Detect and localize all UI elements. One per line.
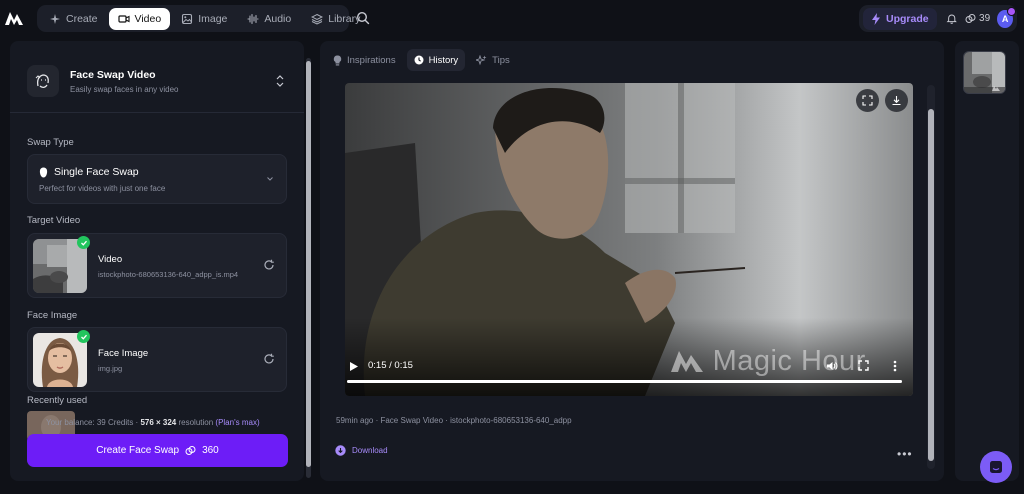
tool-header[interactable]: Face Swap Video Easily swap faces in any… — [10, 41, 304, 113]
video-controls: 0:15 / 0:15 — [345, 353, 913, 396]
refresh-icon[interactable] — [263, 353, 275, 365]
stack-icon — [311, 13, 324, 25]
refresh-icon[interactable] — [263, 259, 275, 271]
expand-icon — [862, 95, 873, 106]
account-cluster: Upgrade 39 A — [859, 5, 1017, 32]
upgrade-label: Upgrade — [886, 12, 929, 25]
tab-inspirations[interactable]: Inspirations — [326, 49, 403, 71]
target-video-card[interactable]: Video istockphoto-680653136-640_adpp_is.… — [27, 233, 287, 298]
balance-info: Your balance: 39 Credits · 576 × 324 res… — [46, 418, 260, 427]
scrollbar-thumb[interactable] — [306, 61, 311, 467]
results-panel: Inspirations History Tips Magic Hour 0:1… — [320, 41, 944, 481]
coins-icon — [965, 14, 976, 23]
tool-title: Face Swap Video — [70, 69, 156, 81]
upgrade-button[interactable]: Upgrade — [863, 7, 937, 30]
create-face-swap-button[interactable]: Create Face Swap 360 — [27, 434, 288, 467]
download-circle-icon — [335, 445, 346, 456]
nav-item-create[interactable]: Create — [40, 8, 107, 30]
results-tabs: Inspirations History Tips — [326, 49, 517, 71]
nav-item-label: Image — [198, 12, 228, 25]
nav-item-video[interactable]: Video — [108, 7, 171, 30]
fullscreen-expand-button[interactable] — [856, 89, 879, 112]
results-scrollbar[interactable] — [927, 85, 935, 469]
credits-count: 39 — [979, 13, 991, 24]
more-options-button[interactable]: ••• — [897, 447, 913, 461]
video-download-button[interactable] — [885, 89, 908, 112]
video-icon — [117, 14, 130, 23]
chevron-updown-icon[interactable] — [275, 74, 285, 88]
scrollbar-thumb[interactable] — [928, 109, 934, 461]
progress-fill — [347, 380, 902, 383]
target-video-label: Target Video — [27, 215, 81, 226]
audio-wave-icon — [247, 13, 259, 24]
recently-used-label: Recently used — [27, 395, 88, 406]
plan-max-link[interactable]: (Plan's max) — [215, 418, 259, 427]
nav-item-label: Audio — [264, 12, 292, 25]
avatar[interactable]: A — [997, 6, 1016, 28]
coins-icon — [185, 446, 196, 455]
play-icon[interactable] — [350, 362, 358, 371]
create-button-label: Create Face Swap — [96, 445, 180, 456]
volume-icon[interactable] — [826, 360, 838, 372]
face-swap-icon — [27, 65, 59, 97]
logo-icon[interactable] — [4, 8, 24, 28]
nav-item-label: Video — [134, 12, 162, 25]
chat-icon — [990, 461, 1002, 473]
top-bar: Create Video Image Audio Library Upgrade — [0, 0, 1024, 38]
swap-type-selected: Single Face Swap — [39, 166, 139, 178]
more-vertical-icon[interactable] — [893, 360, 897, 372]
video-time: 0:15 / 0:15 — [368, 360, 413, 371]
swap-type-select[interactable]: Single Face Swap Perfect for videos with… — [27, 154, 287, 204]
sparkle-icon — [50, 13, 60, 24]
check-icon — [77, 330, 90, 343]
settings-panel: Face Swap Video Easily swap faces in any… — [10, 41, 304, 481]
download-link[interactable]: Download — [335, 445, 388, 456]
history-thumbnail[interactable] — [963, 51, 1006, 94]
tab-history[interactable]: History — [406, 49, 466, 71]
chat-support-button[interactable] — [980, 451, 1012, 483]
face-icon — [39, 167, 48, 177]
nav-item-image[interactable]: Image — [172, 8, 236, 30]
nav-item-audio[interactable]: Audio — [238, 8, 300, 30]
tab-tips[interactable]: Tips — [469, 49, 517, 71]
image-icon — [182, 13, 193, 24]
video-progress-bar[interactable] — [347, 380, 902, 383]
swap-type-description: Perfect for videos with just one face — [39, 184, 166, 193]
credits-indicator[interactable]: 39 — [965, 13, 990, 24]
settings-scrollbar[interactable] — [306, 58, 311, 478]
fullscreen-icon[interactable] — [858, 360, 869, 371]
notification-badge — [1007, 6, 1016, 16]
nav-item-label: Create — [66, 12, 98, 25]
history-thumbnails-panel — [955, 41, 1019, 481]
lightbulb-icon — [333, 54, 342, 65]
face-image-filename: img.jpg — [98, 364, 123, 373]
video-player[interactable]: Magic Hour 0:15 / 0:15 — [345, 83, 913, 396]
check-icon — [77, 236, 90, 249]
chevron-down-icon — [267, 177, 273, 181]
tool-subtitle: Easily swap faces in any video — [70, 85, 179, 94]
face-image-label: Face Image — [27, 310, 78, 321]
avatar-initial: A — [1001, 13, 1009, 24]
swap-type-label: Swap Type — [27, 137, 74, 148]
main-nav: Create Video Image Audio Library — [37, 5, 360, 32]
sparkles-icon — [476, 54, 487, 65]
target-video-filename: istockphoto-680653136-640_adpp_is.mp4 — [98, 270, 239, 279]
lightning-icon — [872, 12, 880, 25]
bell-icon[interactable] — [946, 12, 957, 25]
download-icon — [892, 96, 901, 106]
search-icon[interactable] — [356, 11, 370, 25]
clock-icon — [414, 55, 424, 65]
target-video-title: Video — [98, 254, 123, 265]
face-image-title: Face Image — [98, 348, 149, 359]
create-button-cost: 360 — [202, 445, 219, 456]
face-image-card[interactable]: Face Image img.jpg — [27, 327, 287, 392]
history-meta: 59min ago · Face Swap Video · istockphot… — [336, 416, 572, 425]
